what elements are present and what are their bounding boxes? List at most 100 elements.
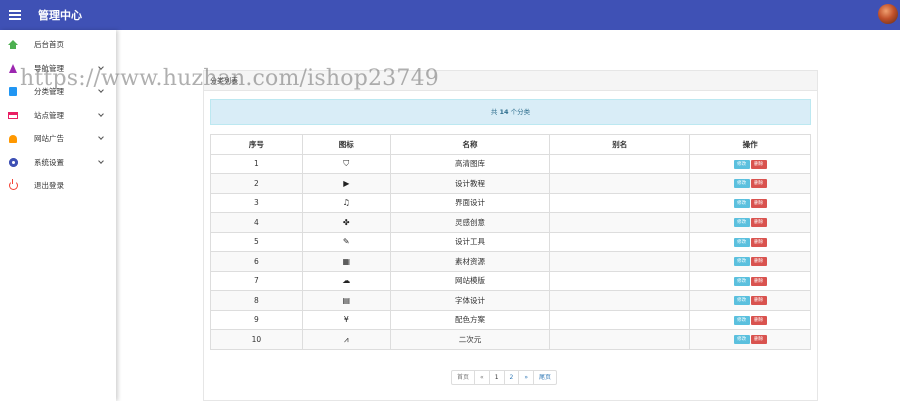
cell-name: 灵感创意 [389, 212, 551, 233]
cell-seq: 9 [210, 309, 303, 330]
column-header-actions: 操作 [689, 134, 811, 155]
sidebar-item-settings[interactable]: 系统设置 [0, 151, 116, 175]
category-icon [8, 87, 18, 97]
edit-button[interactable]: 修改 [733, 296, 750, 305]
category-table: 序号 图标 名称 别名 操作 1 ⛉ 高清图库 修改 删除 2 ▶ 设计教程 修改 删除 3 ♫ 界面设… [210, 134, 811, 350]
cell-name: 高清图库 [389, 153, 551, 174]
table-row: 9 ¥ 配色方案 修改 删除 [210, 309, 811, 330]
cell-seq: 5 [210, 231, 303, 252]
sidebar-item-label: 退出登录 [34, 181, 64, 191]
table-row: 4 ✤ 灵感创意 修改 删除 [210, 212, 811, 233]
top-app-bar: 管理中心 [0, 0, 900, 30]
edit-button[interactable]: 修改 [733, 198, 750, 208]
delete-button[interactable]: 删除 [750, 218, 767, 227]
cell-name: 设计工具 [389, 231, 551, 252]
sidebar-item-label: 系统设置 [34, 157, 64, 167]
cell-name: 界面设计 [389, 192, 551, 213]
count-prefix: 共 [490, 108, 498, 116]
prev-page-link[interactable]: « [475, 371, 490, 384]
home-icon [8, 40, 18, 50]
cell-actions: 修改 删除 [689, 153, 811, 174]
cell-actions: 修改 删除 [689, 231, 811, 252]
delete-button[interactable]: 删除 [750, 237, 767, 247]
edit-button[interactable]: 修改 [733, 335, 750, 344]
edit-button[interactable]: 修改 [733, 159, 750, 169]
column-header-name: 名称 [389, 134, 551, 155]
chevron-down-icon [98, 134, 104, 140]
cell-icon: ¥ [301, 309, 391, 330]
cell-icon: ♫ [301, 192, 391, 213]
delete-button[interactable]: 删除 [750, 257, 767, 266]
cell-seq: 2 [210, 173, 303, 194]
page-link-2[interactable]: 2 [505, 371, 520, 384]
chevron-down-icon [98, 110, 104, 117]
sidebar-item-label: 后台首页 [34, 40, 64, 50]
delete-button[interactable]: 删除 [750, 296, 767, 305]
edit-button[interactable]: 修改 [733, 218, 750, 227]
delete-button[interactable]: 删除 [750, 198, 767, 208]
user-avatar[interactable] [878, 4, 898, 24]
delete-button[interactable]: 删除 [750, 315, 767, 325]
cell-actions: 修改 删除 [689, 212, 811, 233]
edit-button[interactable]: 修改 [733, 315, 750, 325]
cell-seq: 8 [210, 290, 303, 311]
shield-icon: ⛉ [343, 159, 350, 169]
cell-alias [549, 270, 691, 291]
power-icon [8, 179, 18, 191]
cell-seq: 10 [210, 329, 303, 350]
edit-button[interactable]: 修改 [733, 257, 750, 266]
hamburger-menu-icon[interactable] [9, 8, 21, 22]
cell-seq: 3 [210, 192, 303, 213]
cell-alias [549, 309, 691, 330]
cell-icon: ✎ [301, 231, 391, 252]
delete-button[interactable]: 删除 [750, 276, 767, 286]
first-page-link[interactable]: 首页 [452, 371, 476, 384]
delete-button[interactable]: 删除 [750, 159, 767, 169]
cell-seq: 1 [210, 153, 303, 174]
cell-alias [549, 212, 691, 233]
page-link-1[interactable]: 1 [490, 371, 505, 384]
cell-name: 字体设计 [389, 290, 551, 311]
cell-actions: 修改 删除 [689, 173, 811, 194]
file-icon: ▤ [342, 295, 351, 305]
column-header-seq: 序号 [210, 134, 303, 155]
cell-alias [549, 192, 691, 213]
next-page-link[interactable]: » [519, 371, 535, 384]
sidebar-item-home[interactable]: 后台首页 [0, 33, 116, 57]
delete-button[interactable]: 删除 [750, 335, 767, 344]
edit-button[interactable]: 修改 [733, 237, 750, 247]
graduation-cap-icon: ✎ [342, 237, 350, 247]
table-row: 2 ▶ 设计教程 修改 删除 [210, 173, 811, 194]
cell-actions: 修改 删除 [689, 309, 811, 330]
music-icon: ♫ [342, 198, 350, 208]
sidebar-item-logout[interactable]: 退出登录 [0, 174, 116, 198]
cell-name: 设计教程 [389, 173, 551, 194]
last-page-link[interactable]: 尾页 [534, 371, 556, 384]
column-header-icon: 图标 [301, 134, 391, 155]
edit-button[interactable]: 修改 [733, 179, 750, 188]
table-row: 5 ✎ 设计工具 修改 删除 [210, 231, 811, 252]
sidebar-item-label: 网站广告 [34, 134, 64, 144]
count-suffix: 个分类 [510, 108, 531, 116]
chart-line-icon: ⩘ [344, 334, 349, 344]
sidebar-item-ads[interactable]: 网站广告 [0, 127, 116, 151]
cell-name: 配色方案 [389, 309, 551, 330]
cloud-icon: ☁ [342, 276, 351, 286]
edit-button[interactable]: 修改 [733, 276, 750, 286]
table-row: 3 ♫ 界面设计 修改 删除 [210, 192, 811, 213]
cell-alias [549, 290, 691, 311]
delete-button[interactable]: 删除 [750, 179, 767, 188]
sidebar-item-label: 站点管理 [34, 110, 64, 120]
sidebar-item-sites[interactable]: 站点管理 [0, 104, 116, 128]
cell-actions: 修改 删除 [689, 270, 811, 291]
column-header-alias: 别名 [549, 134, 691, 155]
watermark-text: https://www.huzhan.com/ishop23749 [20, 66, 439, 91]
bell-icon [8, 134, 18, 144]
cell-icon: ▦ [301, 251, 391, 272]
cell-alias [549, 173, 691, 194]
cell-alias [549, 153, 691, 174]
site-icon [8, 110, 18, 120]
table-row: 8 ▤ 字体设计 修改 删除 [210, 290, 811, 311]
category-count: 14 [499, 108, 509, 116]
cell-actions: 修改 删除 [689, 329, 811, 350]
